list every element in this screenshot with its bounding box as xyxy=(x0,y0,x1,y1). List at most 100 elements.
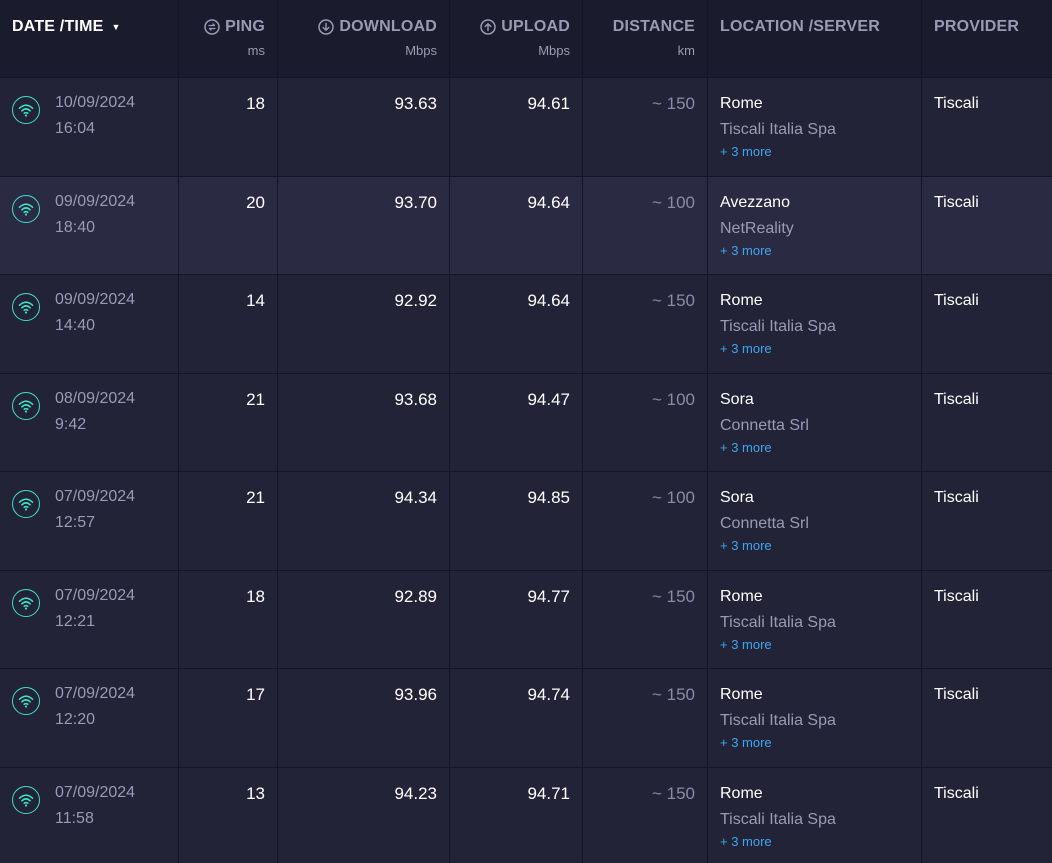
sort-desc-icon[interactable]: ▼ xyxy=(111,22,120,32)
cell-upload: 94.77 xyxy=(450,570,583,668)
distance-value: ~ 100 xyxy=(651,192,695,212)
provider-value: Tiscali xyxy=(934,193,979,211)
table-row[interactable]: 10/09/2024 16:04 18 93.63 94.61 ~ 150 Ro… xyxy=(0,78,1052,177)
more-servers-link[interactable]: + 3 more xyxy=(720,538,909,553)
table-row[interactable]: 07/09/2024 12:21 18 92.89 94.77 ~ 150 Ro… xyxy=(0,570,1052,669)
more-servers-link[interactable]: + 3 more xyxy=(720,440,909,455)
column-unit-download: Mbps xyxy=(405,43,437,58)
cell-download: 92.92 xyxy=(278,275,450,373)
cell-location: Sora Connetta Srl + 3 more xyxy=(708,373,922,471)
table-row[interactable]: 08/09/2024 9:42 21 93.68 94.47 ~ 100 Sor… xyxy=(0,373,1052,472)
cell-provider: Tiscali xyxy=(922,374,1052,472)
location-city: Sora xyxy=(720,390,754,408)
more-servers-link[interactable]: + 3 more xyxy=(720,341,909,356)
cell-upload: 94.64 xyxy=(450,275,583,373)
column-label-provider: PROVIDER xyxy=(934,18,1020,35)
cell-ping: 20 xyxy=(179,176,278,274)
location-server: Tiscali Italia Spa xyxy=(720,810,836,828)
column-header-upload[interactable]: UPLOAD Mbps xyxy=(450,0,583,78)
location-city: Rome xyxy=(720,587,763,605)
more-servers-link[interactable]: + 3 more xyxy=(720,144,909,159)
cell-location: Rome Tiscali Italia Spa + 3 more xyxy=(708,570,922,668)
cell-download: 93.63 xyxy=(278,78,450,176)
table-row[interactable]: 07/09/2024 11:58 13 94.23 94.71 ~ 150 Ro… xyxy=(0,767,1052,863)
cell-location: Rome Tiscali Italia Spa + 3 more xyxy=(708,767,922,863)
cell-distance: ~ 150 xyxy=(583,767,708,863)
location-city: Rome xyxy=(720,686,763,703)
more-servers-link[interactable]: + 3 more xyxy=(720,834,909,849)
cell-location: Sora Connetta Srl + 3 more xyxy=(708,472,922,570)
result-date: 07/09/2024 xyxy=(55,685,136,702)
wifi-icon xyxy=(12,194,40,223)
table-row[interactable]: 07/09/2024 12:20 17 93.96 94.74 ~ 150 Ro… xyxy=(0,669,1052,768)
cell-date: 07/09/2024 12:21 xyxy=(0,570,179,668)
provider-value: Tiscali xyxy=(934,784,979,802)
cell-provider: Tiscali xyxy=(922,78,1052,176)
more-servers-link[interactable]: + 3 more xyxy=(720,243,909,258)
ping-value: 21 xyxy=(246,488,265,507)
upload-value: 94.74 xyxy=(527,685,570,704)
table-body: 10/09/2024 16:04 18 93.63 94.61 ~ 150 Ro… xyxy=(0,78,1052,863)
cell-location: Rome Tiscali Italia Spa + 3 more xyxy=(708,275,922,373)
ping-value: 18 xyxy=(246,94,265,113)
cell-distance: ~ 150 xyxy=(583,275,708,373)
upload-value: 94.71 xyxy=(527,783,570,803)
upload-value: 94.64 xyxy=(527,291,570,310)
location-city: Sora xyxy=(720,489,754,506)
column-header-ping[interactable]: PING ms xyxy=(179,0,278,78)
ping-value: 18 xyxy=(246,586,265,606)
cell-upload: 94.85 xyxy=(450,472,583,570)
more-servers-link[interactable]: + 3 more xyxy=(720,735,909,750)
ping-value: 21 xyxy=(246,389,265,409)
cell-distance: ~ 150 xyxy=(583,669,708,767)
cell-upload: 94.74 xyxy=(450,669,583,767)
result-time: 9:42 xyxy=(55,415,87,433)
cell-date: 07/09/2024 12:20 xyxy=(0,669,179,767)
provider-value: Tiscali xyxy=(934,95,979,112)
cell-ping: 18 xyxy=(179,78,278,176)
column-header-download[interactable]: DOWNLOAD Mbps xyxy=(278,0,450,78)
table-row[interactable]: 09/09/2024 14:40 14 92.92 94.64 ~ 150 Ro… xyxy=(0,275,1052,374)
download-value: 93.63 xyxy=(394,94,437,113)
upload-value: 94.47 xyxy=(527,389,570,409)
cell-date: 09/09/2024 14:40 xyxy=(0,275,179,373)
results-table: DATE /TIME ▼ PING ms DOWNLOAD Mbps UPLOA… xyxy=(0,0,1052,863)
distance-value: ~ 150 xyxy=(651,94,695,113)
location-server: Tiscali Italia Spa xyxy=(720,613,836,631)
location-server: Connetta Srl xyxy=(720,515,809,532)
location-city: Rome xyxy=(720,95,763,112)
cell-provider: Tiscali xyxy=(922,669,1052,767)
cell-provider: Tiscali xyxy=(922,472,1052,570)
provider-value: Tiscali xyxy=(934,686,979,703)
distance-value: ~ 100 xyxy=(651,488,695,507)
provider-value: Tiscali xyxy=(934,390,979,408)
table-row[interactable]: 09/09/2024 18:40 20 93.70 94.64 ~ 100 Av… xyxy=(0,176,1052,275)
table-row[interactable]: 07/09/2024 12:57 21 94.34 94.85 ~ 100 So… xyxy=(0,472,1052,571)
column-label-date: DATE /TIME xyxy=(12,18,104,35)
location-server: Tiscali Italia Spa xyxy=(720,318,836,335)
wifi-icon xyxy=(12,785,40,814)
cell-date: 08/09/2024 9:42 xyxy=(0,373,179,471)
column-header-distance[interactable]: DISTANCE km xyxy=(583,0,708,78)
result-date: 07/09/2024 xyxy=(55,783,136,801)
cell-date: 07/09/2024 11:58 xyxy=(0,767,179,863)
ping-value: 20 xyxy=(246,192,265,212)
download-value: 93.68 xyxy=(394,389,437,409)
upload-value: 94.61 xyxy=(527,94,570,113)
cell-upload: 94.47 xyxy=(450,373,583,471)
upload-value: 94.64 xyxy=(527,192,570,212)
column-header-date[interactable]: DATE /TIME ▼ xyxy=(0,0,179,78)
location-server: Connetta Srl xyxy=(720,416,809,434)
cell-location: Avezzano NetReality + 3 more xyxy=(708,176,922,274)
ping-value: 17 xyxy=(246,685,265,704)
column-unit-upload: Mbps xyxy=(538,43,570,58)
distance-value: ~ 150 xyxy=(651,783,695,803)
location-city: Rome xyxy=(720,292,763,309)
cell-distance: ~ 100 xyxy=(583,176,708,274)
column-header-location[interactable]: LOCATION /SERVER xyxy=(708,0,922,78)
cell-upload: 94.71 xyxy=(450,767,583,863)
column-header-provider[interactable]: PROVIDER xyxy=(922,0,1052,78)
upload-value: 94.77 xyxy=(527,586,570,606)
wifi-icon xyxy=(12,687,40,715)
more-servers-link[interactable]: + 3 more xyxy=(720,637,909,652)
